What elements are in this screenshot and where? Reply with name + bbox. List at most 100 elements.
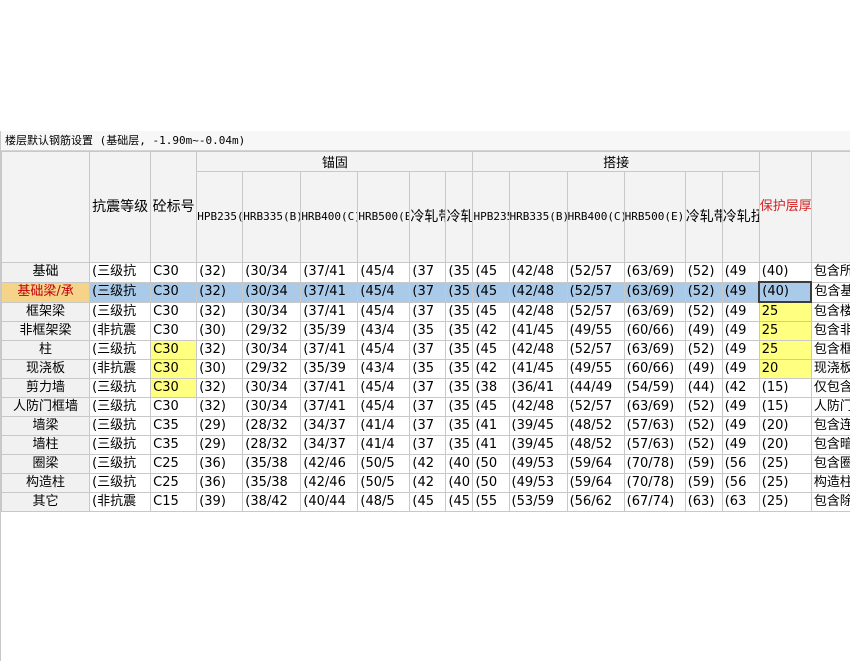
protect-cell[interactable]: (25) — [758, 454, 812, 474]
lap-cell[interactable]: (52/57 — [566, 397, 625, 417]
seismic-cell[interactable]: (非抗震 — [89, 492, 152, 512]
lap-cell[interactable]: (45 — [472, 281, 510, 303]
anchor-cell[interactable]: (35 — [445, 435, 474, 455]
lap-cell[interactable]: (44) — [684, 378, 723, 398]
anchor-cell[interactable]: (35/39 — [300, 321, 359, 341]
row-name-cell[interactable]: 基础梁/承 — [1, 281, 91, 303]
concrete-cell[interactable]: C30 — [150, 378, 198, 398]
lap-cell[interactable]: (49) — [684, 321, 723, 341]
table-row[interactable]: 墙柱 (三级抗 C35 (29) (28/32 (34/37 (41/4 (37 (35 (41(… — [1, 435, 850, 455]
row-name-cell[interactable]: 剪力墙 — [1, 378, 91, 398]
anchor-cell[interactable]: (30) — [196, 359, 244, 379]
lap-cell[interactable]: (49) — [684, 359, 723, 379]
anchor-cell[interactable]: (48/5 — [357, 492, 411, 512]
anchor-cell[interactable]: (37 — [409, 340, 447, 360]
note-cell[interactable]: 包含暗 — [810, 435, 850, 455]
anchor-cell[interactable]: (32) — [196, 340, 244, 360]
lap-cell[interactable]: (55 — [472, 492, 510, 512]
row-name-cell[interactable]: 现浇板 — [1, 359, 91, 379]
anchor-cell[interactable]: (35/39 — [300, 359, 359, 379]
anchor-cell[interactable]: (42 — [409, 454, 447, 474]
protect-cell[interactable]: 25 — [758, 340, 812, 360]
anchor-cell[interactable]: (36) — [196, 473, 244, 493]
anchor-cell[interactable]: (45/4 — [357, 340, 411, 360]
anchor-cell[interactable]: (32) — [196, 262, 244, 283]
lap-cell[interactable]: (48/52 — [566, 416, 625, 436]
lap-cell[interactable]: (42 — [472, 321, 510, 341]
anchor-cell[interactable]: (42/46 — [300, 473, 359, 493]
anchor-cell[interactable]: (43/4 — [357, 359, 411, 379]
lap-cell[interactable]: (52) — [684, 301, 723, 322]
note-cell[interactable]: 仅包含 — [810, 378, 850, 398]
concrete-cell[interactable]: C30 — [150, 262, 198, 283]
lap-cell[interactable]: (57/63) — [623, 435, 686, 455]
anchor-cell[interactable]: (45/4 — [357, 262, 411, 283]
protect-cell[interactable]: (40) — [758, 262, 812, 283]
lap-cell[interactable]: (63/69) — [623, 397, 686, 417]
note-cell[interactable]: 人防门 — [810, 397, 850, 417]
lap-cell[interactable]: (42/48 — [508, 301, 568, 322]
concrete-cell[interactable]: C30 — [150, 281, 198, 303]
protect-cell[interactable]: (20) — [758, 416, 812, 436]
anchor-cell[interactable]: (30) — [196, 321, 244, 341]
lap-cell[interactable]: (52/57 — [566, 340, 625, 360]
lap-cell[interactable]: (48/52 — [566, 435, 625, 455]
lap-cell[interactable]: (59) — [684, 473, 723, 493]
anchor-cell[interactable]: (45/4 — [357, 281, 411, 303]
lap-cell[interactable]: (45 — [472, 301, 510, 322]
seismic-cell[interactable]: (三级抗 — [89, 340, 152, 360]
anchor-cell[interactable]: (43/4 — [357, 321, 411, 341]
lap-cell[interactable]: (42 — [721, 378, 760, 398]
anchor-cell[interactable]: (37 — [409, 301, 447, 322]
row-name-cell[interactable]: 墙柱 — [1, 435, 91, 455]
lap-cell[interactable]: (52) — [684, 416, 723, 436]
protect-cell[interactable]: (20) — [758, 435, 812, 455]
anchor-cell[interactable]: (29/32 — [242, 359, 302, 379]
table-row[interactable]: 柱 (三级抗 C30 (32) (30/34 (37/41 (45/4 (37 (35 (45 (4… — [1, 340, 850, 360]
lap-cell[interactable]: (49/55 — [566, 359, 625, 379]
anchor-cell[interactable]: (30/34 — [242, 397, 302, 417]
seismic-cell[interactable]: (三级抗 — [89, 435, 152, 455]
seismic-cell[interactable]: (三级抗 — [89, 378, 152, 398]
anchor-cell[interactable]: (30/34 — [242, 378, 302, 398]
anchor-cell[interactable]: (32) — [196, 281, 244, 303]
seismic-cell[interactable]: (非抗震 — [89, 321, 152, 341]
anchor-cell[interactable]: (42/46 — [300, 454, 359, 474]
lap-cell[interactable]: (49 — [721, 435, 760, 455]
row-name-cell[interactable]: 墙梁 — [1, 416, 91, 436]
anchor-cell[interactable]: (45/4 — [357, 378, 411, 398]
anchor-cell[interactable]: (37/41 — [300, 397, 359, 417]
anchor-cell[interactable]: (35/38 — [242, 454, 302, 474]
anchor-cell[interactable]: (50/5 — [357, 454, 411, 474]
anchor-cell[interactable]: (35 — [445, 281, 474, 303]
anchor-cell[interactable]: (39) — [196, 492, 244, 512]
anchor-cell[interactable]: (35/38 — [242, 473, 302, 493]
anchor-cell[interactable]: (32) — [196, 397, 244, 417]
anchor-cell[interactable]: (35 — [445, 301, 474, 322]
anchor-cell[interactable]: (29/32 — [242, 321, 302, 341]
lap-cell[interactable]: (38 — [472, 378, 510, 398]
anchor-cell[interactable]: (45/4 — [357, 397, 411, 417]
lap-cell[interactable]: (60/66) — [623, 359, 686, 379]
anchor-cell[interactable]: (35 — [445, 378, 474, 398]
lap-cell[interactable]: (63 — [721, 492, 760, 512]
lap-cell[interactable]: (70/78) — [623, 454, 686, 474]
anchor-cell[interactable]: (40 — [445, 454, 474, 474]
row-name-cell[interactable]: 非框架梁 — [1, 321, 91, 341]
protect-cell[interactable]: (40) — [758, 281, 813, 303]
lap-cell[interactable]: (52/57 — [566, 281, 625, 303]
lap-cell[interactable]: (50 — [472, 473, 510, 493]
lap-cell[interactable]: (41 — [472, 416, 510, 436]
protect-cell[interactable]: 20 — [758, 359, 812, 379]
seismic-cell[interactable]: (三级抗 — [89, 416, 152, 436]
concrete-cell[interactable]: C30 — [150, 321, 198, 341]
anchor-cell[interactable]: (30/34 — [242, 301, 302, 322]
lap-cell[interactable]: (54/59) — [623, 378, 686, 398]
anchor-cell[interactable]: (34/37 — [300, 435, 359, 455]
protect-cell[interactable]: (25) — [758, 492, 812, 512]
table-row[interactable]: 剪力墙 (三级抗 C30 (32) (30/34 (37/41 (45/4 (37 (35 (38… — [1, 378, 850, 398]
anchor-cell[interactable]: (38/42 — [242, 492, 302, 512]
anchor-cell[interactable]: (41/4 — [357, 435, 411, 455]
lap-cell[interactable]: (52/57 — [566, 301, 625, 322]
concrete-cell[interactable]: C35 — [150, 435, 198, 455]
